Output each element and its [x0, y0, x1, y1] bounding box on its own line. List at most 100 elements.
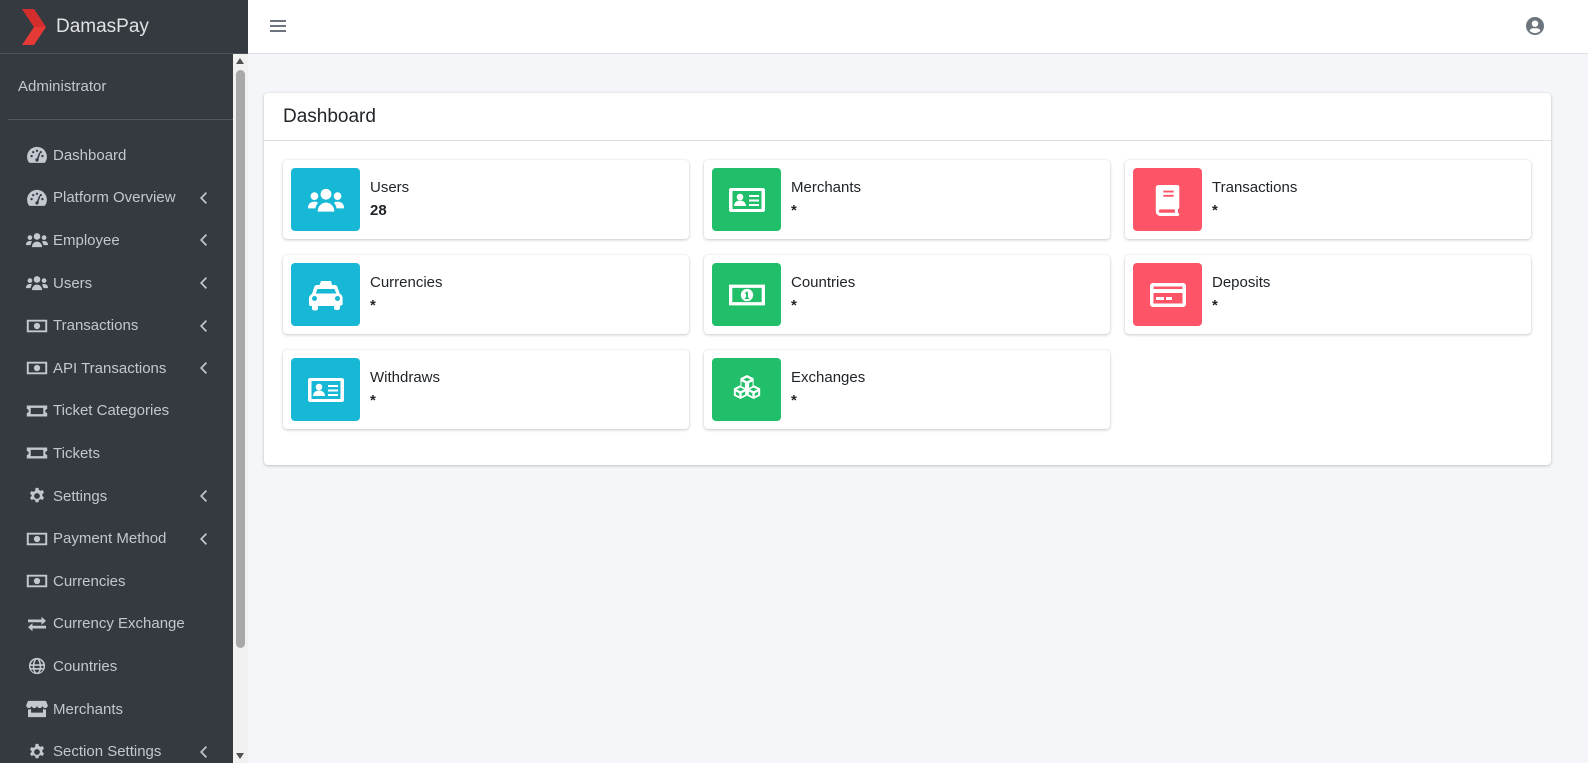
users-icon — [26, 274, 48, 292]
chevron-left-icon — [200, 192, 208, 204]
sidebar-item-dashboard[interactable]: Dashboard — [0, 134, 232, 177]
sidebar-item-users[interactable]: Users — [0, 262, 232, 305]
hamburger-icon[interactable] — [270, 17, 286, 35]
sidebar-item-label: Users — [53, 274, 93, 292]
users-icon — [291, 168, 360, 231]
ticket-icon — [26, 444, 48, 462]
info-box-users[interactable]: Users 28 — [283, 160, 689, 239]
book-icon — [1133, 168, 1202, 231]
info-box-countries[interactable]: Countries * — [704, 255, 1110, 334]
chevron-left-icon — [200, 533, 208, 545]
exchange-icon — [26, 615, 48, 633]
sidebar-item-currency-exchange[interactable]: Currency Exchange — [0, 603, 232, 646]
info-box-value: * — [791, 201, 797, 219]
info-box-label: Countries — [791, 273, 856, 291]
damaspay-logo-icon — [22, 8, 46, 45]
store-icon — [26, 700, 48, 718]
info-box-value: * — [370, 296, 376, 314]
ticket-icon — [26, 402, 48, 420]
id-card-icon — [712, 168, 781, 231]
sidebar-item-label: Merchants — [53, 700, 124, 718]
tachometer-icon — [26, 189, 48, 207]
info-box-value: * — [1212, 201, 1218, 219]
money-bill-icon — [26, 359, 48, 377]
user-circle-icon[interactable] — [1526, 17, 1544, 35]
taxi-icon — [291, 263, 360, 326]
sidebar-item-label: Settings — [53, 487, 108, 505]
sidebar-item-label: Platform Overview — [53, 189, 176, 207]
sidebar-item-currencies[interactable]: Currencies — [0, 560, 232, 603]
gear-icon — [26, 743, 48, 761]
sidebar-item-label: Payment Method — [53, 530, 167, 548]
top-navbar — [248, 0, 1588, 54]
info-box-label: Deposits — [1212, 273, 1271, 291]
info-box-label: Transactions — [1212, 178, 1298, 196]
chevron-left-icon — [200, 277, 208, 289]
sidebar-item-merchants[interactable]: Merchants — [0, 688, 232, 731]
sidebar-item-ticket-categories[interactable]: Ticket Categories — [0, 390, 232, 433]
info-box-value: 28 — [370, 201, 387, 219]
info-box-currencies[interactable]: Currencies * — [283, 255, 689, 334]
sidebar-item-tickets[interactable]: Tickets — [0, 432, 232, 475]
info-box-label: Withdraws — [370, 368, 441, 386]
info-box-label: Currencies — [370, 273, 443, 291]
info-box-deposits[interactable]: Deposits * — [1125, 255, 1531, 334]
chevron-left-icon — [200, 746, 208, 758]
chevron-left-icon — [200, 234, 208, 246]
sidebar-item-label: Dashboard — [53, 146, 127, 164]
gear-icon — [26, 487, 48, 505]
brand-name: DamasPay — [56, 15, 149, 37]
card-header: Dashboard — [264, 93, 1551, 141]
info-box-transactions[interactable]: Transactions * — [1125, 160, 1531, 239]
user-name[interactable]: Administrator — [18, 78, 106, 95]
tachometer-icon — [26, 146, 48, 164]
info-box-value: * — [370, 391, 376, 409]
info-box-label: Users — [370, 178, 410, 196]
sidebar-item-platform-overview[interactable]: Platform Overview — [0, 177, 232, 220]
sidebar-item-countries[interactable]: Countries — [0, 645, 232, 688]
sidebar-item-section-settings[interactable]: Section Settings — [0, 730, 232, 763]
sidebar-item-transactions[interactable]: Transactions — [0, 304, 232, 347]
sidebar-nav: Dashboard Platform Overview Employee Use… — [0, 120, 232, 763]
sidebar-item-label: Tickets — [53, 444, 100, 462]
globe-icon — [26, 657, 48, 675]
dashboard-card: Dashboard Users 28 Merchants * Transacti… — [264, 93, 1551, 465]
money-bill-icon — [26, 317, 48, 335]
info-box-value: * — [791, 391, 797, 409]
sidebar-item-label: Currencies — [53, 572, 126, 590]
money-bill-icon — [26, 530, 48, 548]
chevron-left-icon — [200, 490, 208, 502]
chevron-left-icon — [200, 320, 208, 332]
info-box-value: * — [791, 296, 797, 314]
sidebar-item-payment-method[interactable]: Payment Method — [0, 517, 232, 560]
sidebar-scrollbar[interactable] — [233, 54, 248, 763]
brand-link[interactable]: DamasPay — [0, 0, 248, 54]
info-box-label: Exchanges — [791, 368, 866, 386]
id-card-icon — [291, 358, 360, 421]
info-box-label: Merchants — [791, 178, 862, 196]
info-box-value: * — [1212, 296, 1218, 314]
user-panel: Administrator — [8, 54, 240, 120]
main-sidebar: DamasPay Administrator Dashboard Platfor… — [0, 0, 248, 763]
info-box-exchanges[interactable]: Exchanges * — [704, 350, 1110, 429]
sidebar-item-label: Currency Exchange — [53, 615, 185, 633]
sidebar-item-label: Transactions — [53, 317, 139, 335]
sidebar-item-employee[interactable]: Employee — [0, 219, 232, 262]
scroll-thumb[interactable] — [236, 70, 245, 648]
info-box-withdraws[interactable]: Withdraws * — [283, 350, 689, 429]
sidebar-item-label: Section Settings — [53, 743, 162, 761]
chevron-left-icon — [200, 362, 208, 374]
sidebar-item-label: Ticket Categories — [53, 402, 170, 420]
users-icon — [26, 231, 48, 249]
scroll-up-arrow-icon[interactable] — [236, 58, 244, 64]
page-title: Dashboard — [283, 105, 376, 127]
cubes-icon — [712, 358, 781, 421]
credit-card-icon — [1133, 263, 1202, 326]
sidebar-item-api-transactions[interactable]: API Transactions — [0, 347, 232, 390]
info-box-merchants[interactable]: Merchants * — [704, 160, 1110, 239]
scroll-down-arrow-icon[interactable] — [236, 753, 244, 759]
sidebar-item-label: API Transactions — [53, 359, 167, 377]
sidebar-item-settings[interactable]: Settings — [0, 475, 232, 518]
money-bill-icon — [712, 263, 781, 326]
sidebar-item-label: Countries — [53, 657, 118, 675]
